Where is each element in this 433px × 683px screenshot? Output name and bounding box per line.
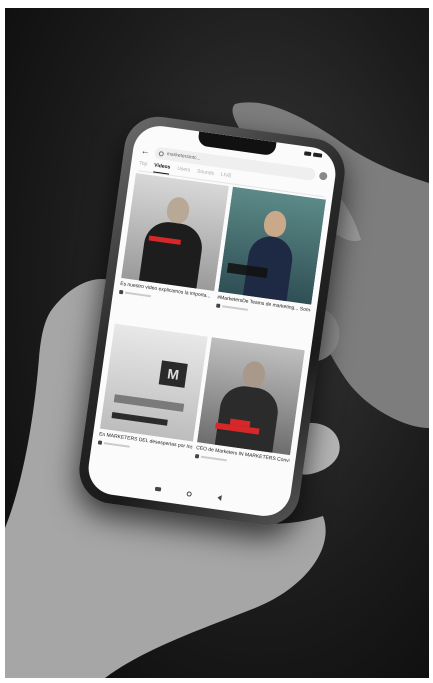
- tab-users[interactable]: Users: [176, 166, 191, 178]
- search-icon: [158, 150, 165, 157]
- avatar[interactable]: [118, 289, 124, 294]
- video-card[interactable]: #MarketersDe Teams de marketing... Somos…: [212, 186, 326, 347]
- tab-videos[interactable]: Videos: [153, 162, 171, 175]
- video-thumbnail[interactable]: [121, 172, 229, 292]
- home-icon[interactable]: [185, 490, 192, 497]
- caption-overlay: [111, 412, 168, 426]
- meta-placeholder: [103, 441, 130, 448]
- back-arrow-icon[interactable]: ←: [140, 146, 151, 157]
- video-thumbnail[interactable]: M: [99, 323, 208, 442]
- video-card[interactable]: M En MARKETERS DEL desespertas por Insta…: [94, 323, 208, 483]
- person-head: [241, 359, 267, 389]
- back-icon[interactable]: [216, 494, 222, 501]
- person-head: [262, 209, 288, 239]
- person-figure: [137, 219, 205, 292]
- video-card[interactable]: Es nuestro video explicamos la importa..…: [115, 172, 229, 333]
- video-thumbnail[interactable]: [218, 186, 326, 305]
- photo-frame: ← marketersintc... Top Videos Users Soun…: [5, 8, 429, 678]
- meta-placeholder: [200, 455, 227, 461]
- logo-frame-icon: M: [158, 360, 188, 388]
- tab-live[interactable]: LIVE: [220, 172, 232, 183]
- menu-icon[interactable]: [154, 486, 161, 492]
- avatar[interactable]: [97, 439, 103, 445]
- search-query: marketersintc...: [166, 151, 202, 162]
- clear-icon[interactable]: [318, 171, 328, 181]
- video-card[interactable]: CEO de Marketers IN MARKETERS Conviér...: [191, 337, 305, 497]
- avatar[interactable]: [194, 453, 200, 458]
- person-head: [165, 195, 191, 225]
- signal-icon: [303, 151, 312, 157]
- avatar[interactable]: [215, 302, 221, 308]
- meta-placeholder: [222, 304, 249, 311]
- tab-top[interactable]: Top: [138, 160, 148, 171]
- status-icons: [303, 151, 323, 158]
- meta-placeholder: [125, 291, 152, 297]
- video-grid: Es nuestro video explicamos la importa..…: [94, 172, 326, 497]
- video-thumbnail[interactable]: [197, 337, 305, 456]
- person-figure: [213, 383, 281, 456]
- room-table: [113, 394, 185, 412]
- tab-sounds[interactable]: Sounds: [196, 169, 215, 181]
- battery-icon: [312, 152, 323, 158]
